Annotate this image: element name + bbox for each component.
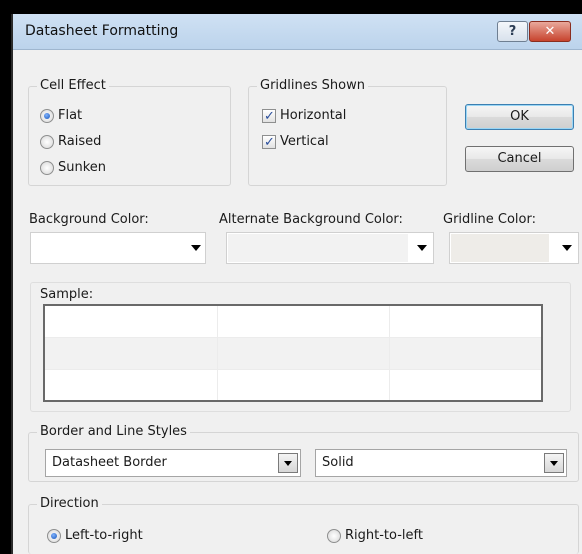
raised-radio[interactable] <box>40 135 54 149</box>
gridlines-legend: Gridlines Shown <box>257 78 368 94</box>
sample-gridline <box>45 337 541 338</box>
dialog-title: Datasheet Formatting <box>25 23 179 39</box>
alternate-background-color-picker[interactable] <box>226 232 434 264</box>
line-style-select[interactable]: Solid <box>315 449 567 477</box>
direction-legend: Direction <box>37 496 102 512</box>
alternate-background-color-swatch <box>228 234 408 262</box>
cell-effect-legend: Cell Effect <box>37 78 109 94</box>
background-color-dropdown-icon[interactable] <box>191 245 201 251</box>
border-line-styles-group: Border and Line Styles Datasheet Border … <box>28 424 579 482</box>
sample-row <box>45 369 541 400</box>
border-type-select[interactable]: Datasheet Border <box>45 449 301 477</box>
title-bar: Datasheet Formatting ? ✕ <box>13 14 582 50</box>
border-line-styles-legend: Border and Line Styles <box>37 424 190 440</box>
sample-row <box>45 337 541 369</box>
direction-group: Direction Left-to-right Right-to-left <box>28 496 579 554</box>
sunken-label: Sunken <box>58 160 107 175</box>
close-button[interactable]: ✕ <box>529 21 571 42</box>
gridline-color-dropdown-icon[interactable] <box>562 245 572 251</box>
left-to-right-radio[interactable] <box>47 529 61 543</box>
cancel-button[interactable]: Cancel <box>465 146 574 172</box>
flat-label: Flat <box>58 108 83 123</box>
datasheet-formatting-dialog: Datasheet Formatting ? ✕ Cell Effect Fla… <box>11 14 582 554</box>
cell-effect-group: Cell Effect Flat Raised Sunken <box>28 78 231 186</box>
border-type-value: Datasheet Border <box>52 455 167 470</box>
right-to-left-radio[interactable] <box>327 529 341 543</box>
sample-preview-grid <box>43 304 543 402</box>
sample-row <box>45 306 541 337</box>
sample-legend: Sample: <box>37 287 97 303</box>
vertical-checkbox[interactable] <box>262 134 276 152</box>
sample-gridline <box>45 369 541 370</box>
horizontal-checkbox[interactable] <box>262 108 276 126</box>
raised-label: Raised <box>58 134 102 149</box>
alternate-background-color-label: Alternate Background Color: <box>219 212 403 227</box>
background-color-picker[interactable] <box>30 232 206 264</box>
gridline-color-swatch <box>451 234 549 262</box>
background-color-label: Background Color: <box>29 212 149 227</box>
sunken-radio[interactable] <box>40 161 54 175</box>
ok-button[interactable]: OK <box>465 104 574 130</box>
right-to-left-label: Right-to-left <box>345 528 423 543</box>
gridline-color-picker[interactable] <box>449 232 579 264</box>
vertical-label: Vertical <box>280 134 329 149</box>
line-style-dropdown-icon[interactable] <box>544 453 564 473</box>
alternate-background-color-dropdown-icon[interactable] <box>417 245 427 251</box>
border-type-dropdown-icon[interactable] <box>278 453 298 473</box>
background-color-swatch <box>32 234 182 262</box>
sample-gridline <box>217 306 218 400</box>
horizontal-label: Horizontal <box>280 108 347 123</box>
sample-gridline <box>389 306 390 400</box>
help-button[interactable]: ? <box>497 21 528 42</box>
gridlines-group: Gridlines Shown Horizontal Vertical <box>248 78 447 186</box>
line-style-value: Solid <box>322 455 354 470</box>
flat-radio[interactable] <box>40 109 54 123</box>
gridline-color-label: Gridline Color: <box>443 212 536 227</box>
left-to-right-label: Left-to-right <box>65 528 143 543</box>
